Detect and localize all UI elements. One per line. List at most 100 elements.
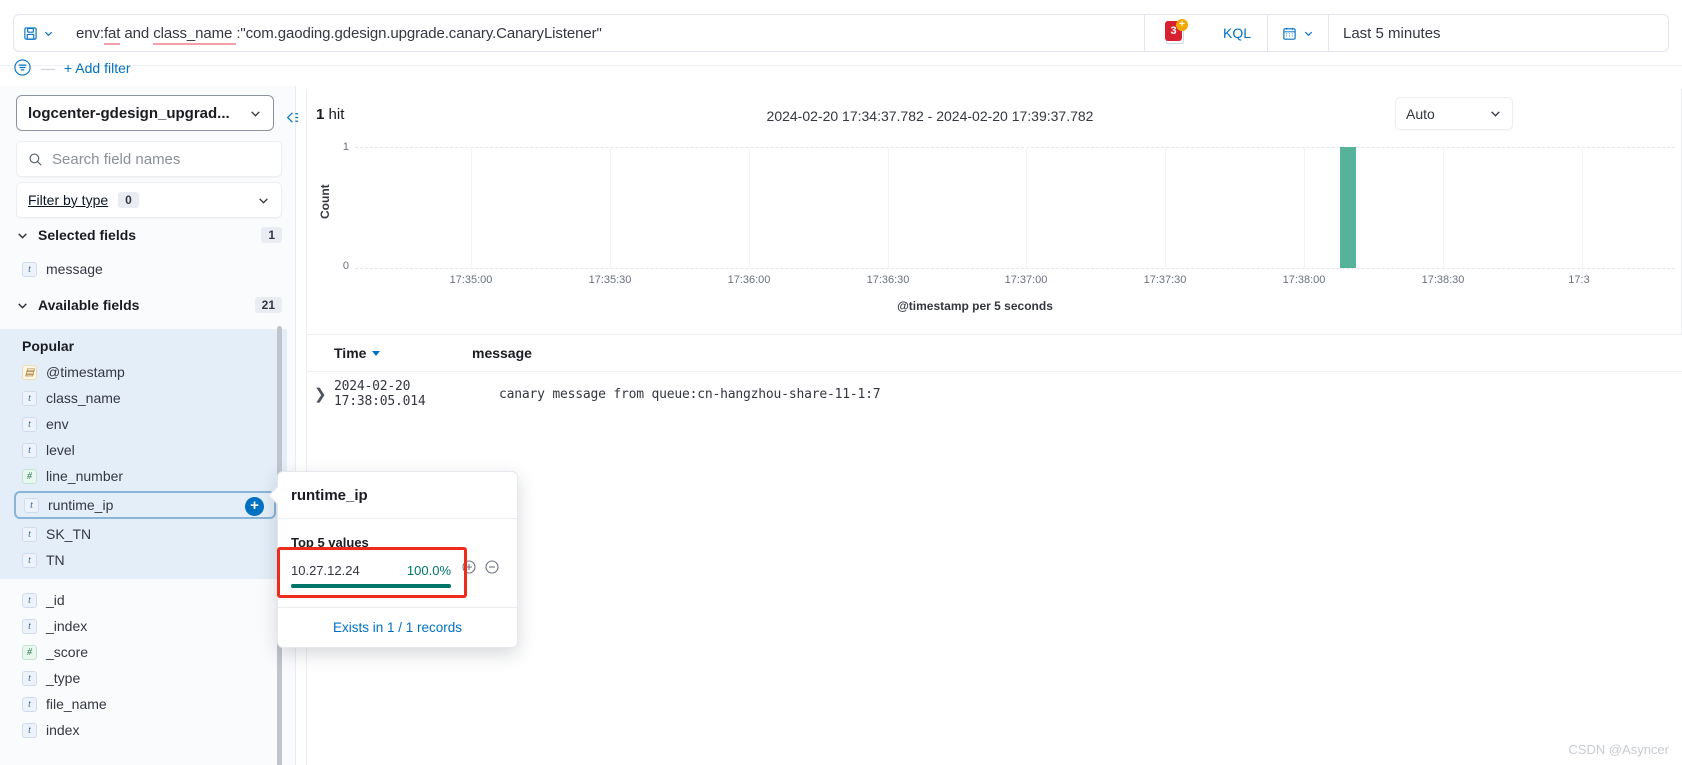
add-field-button[interactable]: + — [245, 497, 264, 516]
string-type-icon: t — [22, 416, 37, 432]
query-input[interactable]: env:fat and class_name :"com.gaoding.gde… — [63, 14, 1145, 52]
separator-dash: — — [41, 59, 55, 76]
gridline-v — [1443, 147, 1444, 268]
selected-field-message[interactable]: t message — [0, 256, 280, 282]
chevron-down-icon — [1303, 28, 1314, 39]
query-bar-row: env:fat and class_name :"com.gaoding.gde… — [13, 14, 1669, 52]
expand-row-icon[interactable]: ❯ — [307, 385, 334, 403]
top-value-row: 10.27.12.24 100.0% — [291, 563, 451, 578]
field-item-index[interactable]: t index — [0, 717, 287, 743]
top-value-percent: 100.0% — [406, 563, 451, 578]
filter-for-value-icon[interactable] — [460, 559, 477, 576]
field-label: _id — [46, 592, 65, 608]
time-range-label: Last 5 minutes — [1343, 24, 1441, 42]
field-item-file-name[interactable]: t file_name — [0, 691, 287, 717]
add-filter-button[interactable]: + Add filter — [64, 60, 131, 76]
field-item-level[interactable]: t level — [0, 437, 287, 463]
column-label: Time — [334, 345, 367, 361]
field-item-id[interactable]: t _id — [0, 587, 287, 613]
field-label: line_number — [46, 468, 124, 484]
y-tick-1: 1 — [342, 141, 349, 153]
saved-query-button[interactable] — [13, 14, 63, 52]
filter-by-type-button[interactable]: Filter by type 0 — [16, 182, 282, 218]
cell-time: 2024-02-20 17:38:05.014 — [334, 379, 426, 409]
column-header-message[interactable]: message — [472, 345, 532, 361]
field-item-sk-tn[interactable]: t SK_TN — [0, 521, 287, 547]
top-value-label: 10.27.12.24 — [291, 563, 360, 578]
time-range-button[interactable]: Last 5 minutes — [1329, 14, 1669, 52]
interval-selector[interactable]: Auto — [1395, 97, 1513, 130]
column-header-time[interactable]: Time — [307, 345, 472, 361]
string-type-icon: t — [22, 592, 37, 608]
field-item-index-meta[interactable]: t _index — [0, 613, 287, 639]
gridline-v — [1304, 147, 1305, 268]
chevron-down-icon — [16, 229, 29, 242]
string-type-icon: t — [22, 722, 37, 738]
field-item-tn[interactable]: t TN — [0, 547, 287, 573]
top-value-progress-fill — [291, 584, 451, 588]
field-label: SK_TN — [46, 526, 92, 542]
x-tick: 17:35:00 — [449, 274, 493, 286]
field-item-runtime-ip[interactable]: t runtime_ip + — [14, 491, 276, 519]
string-type-icon: t — [22, 618, 37, 634]
field-item-env[interactable]: t env — [0, 411, 287, 437]
main-panel: 1 hit 2024-02-20 17:34:37.782 - 2024-02-… — [286, 86, 1682, 765]
field-details-popover: runtime_ip Top 5 values 10.27.12.24 100.… — [268, 471, 518, 648]
field-item-line-number[interactable]: # line_number — [0, 463, 287, 489]
kibana-discover-app: env:fat and class_name :"com.gaoding.gde… — [0, 0, 1682, 765]
x-tick: 17:35:30 — [588, 274, 632, 286]
y-tick-0: 0 — [342, 260, 349, 272]
x-tick: 17:37:00 — [1004, 274, 1048, 286]
histogram-bar[interactable] — [1340, 147, 1356, 268]
chevron-down-icon — [1489, 107, 1502, 120]
x-tick: 17:38:30 — [1421, 274, 1465, 286]
field-item-score[interactable]: # _score — [0, 639, 287, 665]
query-text: env:fat and class_name :"com.gaoding.gde… — [76, 24, 602, 45]
x-tick: 17:36:30 — [866, 274, 910, 286]
x-tick: 17:38:00 — [1282, 274, 1326, 286]
field-label: TN — [46, 552, 65, 568]
field-search-box[interactable] — [16, 141, 282, 177]
number-type-icon: # — [22, 644, 37, 660]
index-pattern-label: logcenter-gdesign_upgrad... — [28, 104, 230, 122]
selected-fields-count: 1 — [261, 227, 282, 243]
filter-icon[interactable] — [13, 58, 32, 77]
string-type-icon: t — [22, 442, 37, 458]
chevron-down-icon — [16, 299, 29, 312]
field-item-type[interactable]: t _type — [0, 665, 287, 691]
selected-fields-header[interactable]: Selected fields 1 — [16, 222, 282, 248]
notification-badge[interactable]: 3 + — [1145, 14, 1207, 52]
y-axis-label: Count — [318, 184, 332, 219]
gridline-top — [355, 147, 1675, 148]
field-label: class_name — [46, 390, 121, 406]
index-pattern-selector[interactable]: logcenter-gdesign_upgrad... — [16, 95, 274, 131]
date-type-icon: ▤ — [22, 364, 37, 380]
gridline-v — [610, 147, 611, 268]
query-language-button[interactable]: KQL — [1207, 14, 1267, 52]
collapse-sidebar-icon[interactable] — [282, 108, 301, 127]
date-picker-button[interactable] — [1267, 14, 1329, 52]
x-tick: 17:37:30 — [1143, 274, 1187, 286]
exists-filter-link[interactable]: Exists in 1 / 1 records — [333, 620, 462, 635]
selected-fields-label: Selected fields — [38, 227, 137, 243]
field-label: level — [46, 442, 75, 458]
field-item-class-name[interactable]: t class_name — [0, 385, 287, 411]
x-tick: 17:36:00 — [727, 274, 771, 286]
available-fields-label: Available fields — [38, 297, 140, 313]
chevron-down-icon — [257, 194, 270, 207]
field-label: index — [46, 722, 80, 738]
histogram-chart: Count 1 0 17:35:00 17:35:30 17:36:00 17:… — [307, 141, 1682, 335]
field-label: env — [46, 416, 69, 432]
top-values-label: Top 5 values — [291, 535, 369, 550]
field-item-timestamp[interactable]: ▤ @timestamp — [0, 359, 287, 385]
filter-out-value-icon[interactable] — [483, 559, 500, 576]
table-header-row: Time message — [307, 335, 1682, 372]
gridline-v — [471, 147, 472, 268]
field-list: Popular ▤ @timestamp t class_name t env … — [0, 329, 287, 765]
table-row[interactable]: ❯ 2024-02-20 17:38:05.014 canary message… — [307, 372, 1682, 410]
available-fields-header[interactable]: Available fields 21 — [16, 292, 282, 318]
sort-desc-icon[interactable] — [371, 348, 381, 358]
top-value-progress — [291, 584, 451, 588]
search-input[interactable] — [52, 150, 252, 168]
gridline-v — [1165, 147, 1166, 268]
